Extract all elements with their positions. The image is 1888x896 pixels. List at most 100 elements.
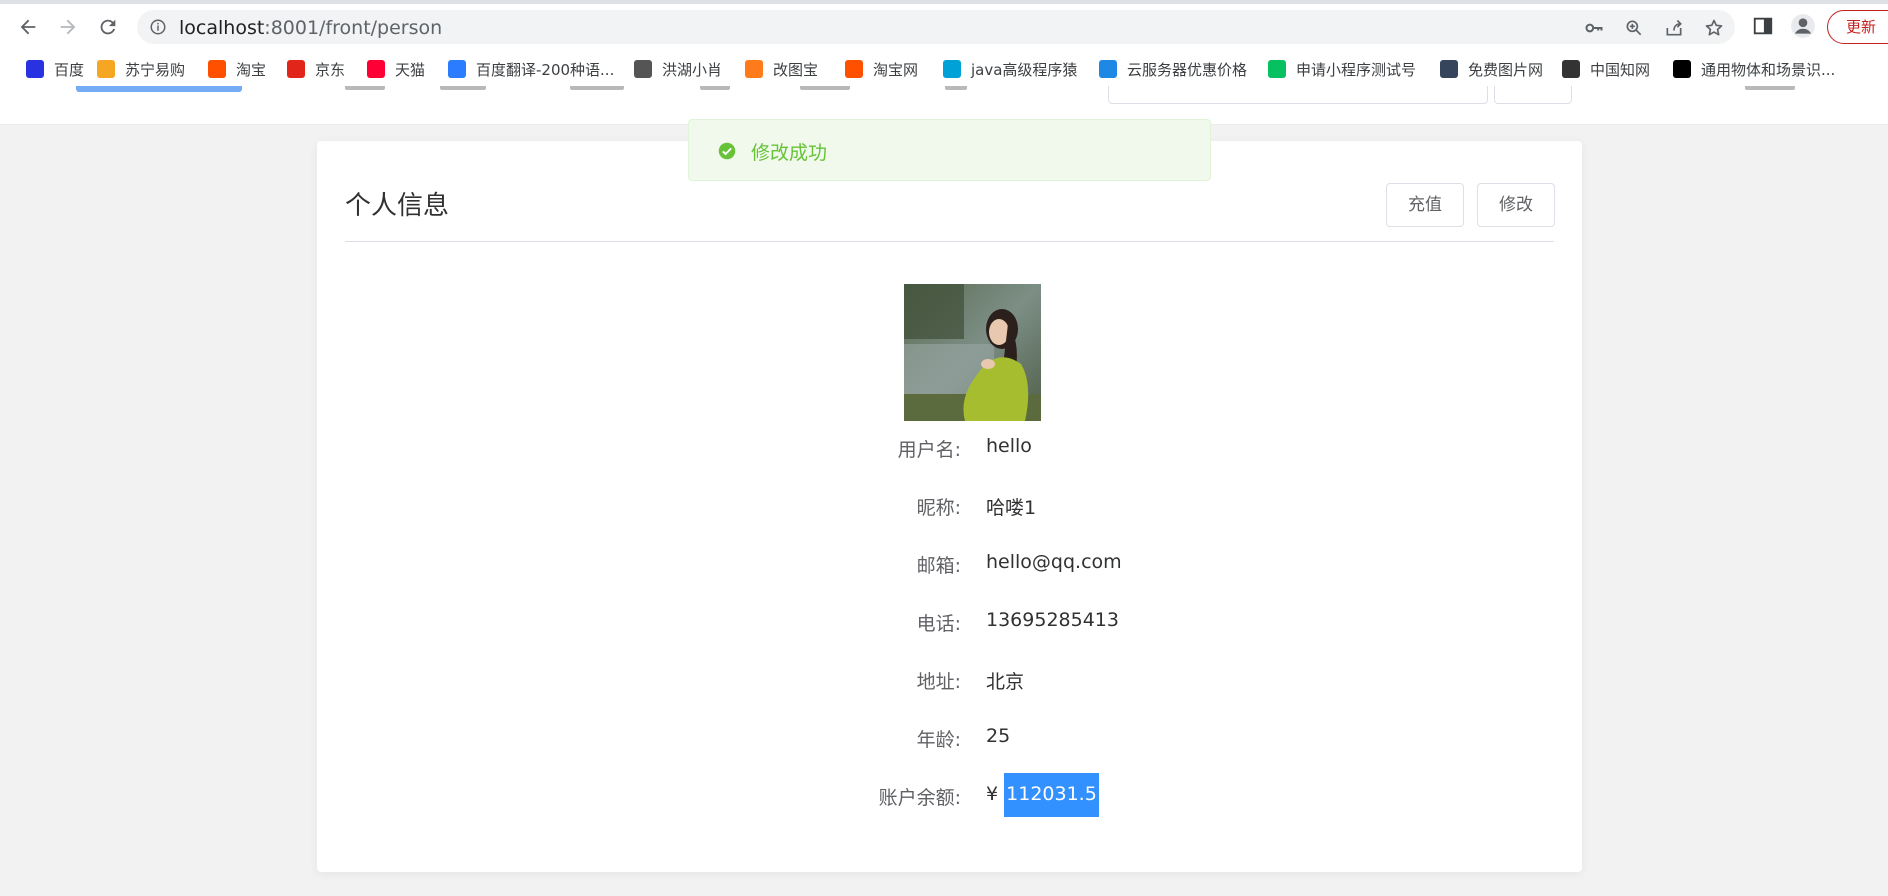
bookmark-favicon-icon bbox=[1673, 60, 1691, 78]
balance-row: 账户余额: ¥ 112031.5 bbox=[317, 773, 1582, 817]
currency-symbol: ¥ bbox=[986, 783, 999, 805]
bookmark-favicon-icon bbox=[97, 60, 115, 78]
avatar-photo bbox=[904, 284, 1041, 421]
bookmark-item[interactable]: 天猫 bbox=[367, 58, 425, 80]
username-label: 用户名: bbox=[897, 439, 961, 461]
profile-button[interactable] bbox=[1789, 12, 1817, 40]
success-check-icon bbox=[718, 142, 736, 160]
bookmark-label: 京东 bbox=[315, 60, 346, 79]
site-info-icon[interactable] bbox=[149, 18, 167, 36]
back-arrow-icon bbox=[20, 19, 36, 35]
bookmark-item[interactable]: 中国知网 bbox=[1562, 58, 1650, 80]
bookmark-favicon-icon bbox=[208, 60, 226, 78]
bookmark-label: 百度 bbox=[54, 60, 85, 79]
bookmark-item[interactable]: 免费图片网 bbox=[1440, 58, 1543, 80]
back-button[interactable] bbox=[13, 12, 43, 42]
nickname-value: 哈喽1 bbox=[986, 497, 1037, 519]
bookmark-label: 申请小程序测试号 bbox=[1296, 60, 1417, 79]
email-value: hello@qq.com bbox=[986, 551, 1122, 573]
nickname-row: 昵称: 哈喽1 bbox=[317, 493, 1582, 523]
reload-icon bbox=[100, 19, 116, 35]
side-panel-button[interactable] bbox=[1749, 12, 1777, 40]
site-search-input[interactable] bbox=[1108, 86, 1488, 104]
bookmark-favicon-icon bbox=[1268, 60, 1286, 78]
bookmark-label: 百度翻译-200种语... bbox=[476, 60, 615, 79]
nickname-label: 昵称: bbox=[916, 497, 961, 519]
bookmark-favicon-icon bbox=[448, 60, 466, 78]
nav-item[interactable] bbox=[945, 86, 967, 90]
address-bar[interactable]: localhost:8001/front/person bbox=[137, 10, 1735, 44]
toast-message: 修改成功 bbox=[751, 142, 828, 164]
tab-strip-edge bbox=[0, 0, 1888, 4]
bookmark-favicon-icon bbox=[845, 60, 863, 78]
forward-arrow-icon bbox=[60, 19, 76, 35]
bookmark-favicon-icon bbox=[367, 60, 385, 78]
bookmark-item[interactable]: 苏宁易购 bbox=[97, 58, 185, 80]
bookmark-item[interactable]: 淘宝网 bbox=[845, 58, 918, 80]
bookmark-item[interactable]: 云服务器优惠价格 bbox=[1099, 58, 1247, 80]
bookmark-item[interactable]: 百度翻译-200种语... bbox=[448, 58, 614, 80]
bookmark-label: 通用物体和场景识... bbox=[1701, 60, 1836, 79]
url-path: :8001/front/person bbox=[264, 17, 443, 39]
bookmark-label: 洪湖小肖 bbox=[662, 60, 723, 79]
phone-row: 电话: 13695285413 bbox=[317, 609, 1582, 639]
nav-item[interactable] bbox=[345, 86, 385, 90]
bookmark-item[interactable]: 淘宝 bbox=[208, 58, 266, 80]
age-row: 年龄: 25 bbox=[317, 725, 1582, 755]
bookmark-item[interactable]: 洪湖小肖 bbox=[634, 58, 722, 80]
user-menu[interactable] bbox=[1745, 86, 1795, 90]
card-title: 个人信息 bbox=[345, 191, 450, 221]
title-divider bbox=[345, 241, 1554, 242]
bookmark-item[interactable]: 京东 bbox=[287, 58, 345, 80]
address-label: 地址: bbox=[916, 671, 961, 693]
bookmark-label: 云服务器优惠价格 bbox=[1127, 60, 1248, 79]
bookmark-label: 淘宝网 bbox=[873, 60, 919, 79]
profile-avatar-icon bbox=[1791, 14, 1815, 38]
avatar bbox=[904, 284, 1041, 421]
email-row: 邮箱: hello@qq.com bbox=[317, 551, 1582, 581]
bookmark-item[interactable]: 百度 bbox=[26, 58, 84, 80]
bookmark-item[interactable]: 申请小程序测试号 bbox=[1268, 58, 1416, 80]
bookmark-item[interactable]: 通用物体和场景识... bbox=[1673, 58, 1835, 80]
site-search-button[interactable] bbox=[1494, 86, 1572, 104]
bookmark-favicon-icon bbox=[634, 60, 652, 78]
nav-item[interactable] bbox=[570, 86, 624, 90]
bookmark-label: 天猫 bbox=[395, 60, 426, 79]
browser-update-button[interactable]: 更新 bbox=[1827, 10, 1888, 44]
nav-item[interactable] bbox=[700, 86, 730, 90]
age-label: 年龄: bbox=[916, 729, 961, 751]
address-row: 地址: 北京 bbox=[317, 667, 1582, 697]
balance-value[interactable]: 112031.5 bbox=[1004, 773, 1099, 817]
bookmark-label: 中国知网 bbox=[1590, 60, 1651, 79]
bookmark-label: 淘宝 bbox=[236, 60, 267, 79]
bookmark-item[interactable]: java高级程序猿 bbox=[943, 58, 1077, 80]
bookmark-favicon-icon bbox=[287, 60, 305, 78]
side-panel-icon bbox=[1753, 17, 1773, 35]
phone-value: 13695285413 bbox=[986, 609, 1119, 631]
bookmark-favicon-icon bbox=[943, 60, 961, 78]
email-label: 邮箱: bbox=[916, 555, 961, 577]
url-host: localhost bbox=[179, 17, 265, 39]
key-icon[interactable] bbox=[1584, 18, 1604, 38]
share-icon[interactable] bbox=[1664, 18, 1684, 38]
bookmark-label: 免费图片网 bbox=[1468, 60, 1544, 79]
age-value: 25 bbox=[986, 725, 1011, 747]
bookmark-item[interactable]: 改图宝 bbox=[745, 58, 818, 80]
bookmark-label: java高级程序猿 bbox=[971, 60, 1078, 79]
forward-button[interactable] bbox=[53, 12, 83, 42]
reload-button[interactable] bbox=[93, 12, 123, 42]
username-row: 用户名: hello bbox=[317, 435, 1582, 465]
url-text: localhost:8001/front/person bbox=[179, 17, 442, 39]
nav-item[interactable] bbox=[440, 86, 486, 90]
bookmark-star-icon[interactable] bbox=[1704, 18, 1724, 38]
nav-item[interactable] bbox=[800, 86, 850, 90]
zoom-icon[interactable] bbox=[1624, 18, 1644, 38]
bookmark-favicon-icon bbox=[1440, 60, 1458, 78]
bookmark-favicon-icon bbox=[26, 60, 44, 78]
address-value: 北京 bbox=[986, 671, 1025, 693]
username-value: hello bbox=[986, 435, 1032, 457]
phone-label: 电话: bbox=[916, 613, 961, 635]
recharge-button[interactable]: 充值 bbox=[1386, 183, 1464, 227]
edit-button[interactable]: 修改 bbox=[1477, 183, 1555, 227]
site-logo[interactable] bbox=[76, 86, 242, 92]
